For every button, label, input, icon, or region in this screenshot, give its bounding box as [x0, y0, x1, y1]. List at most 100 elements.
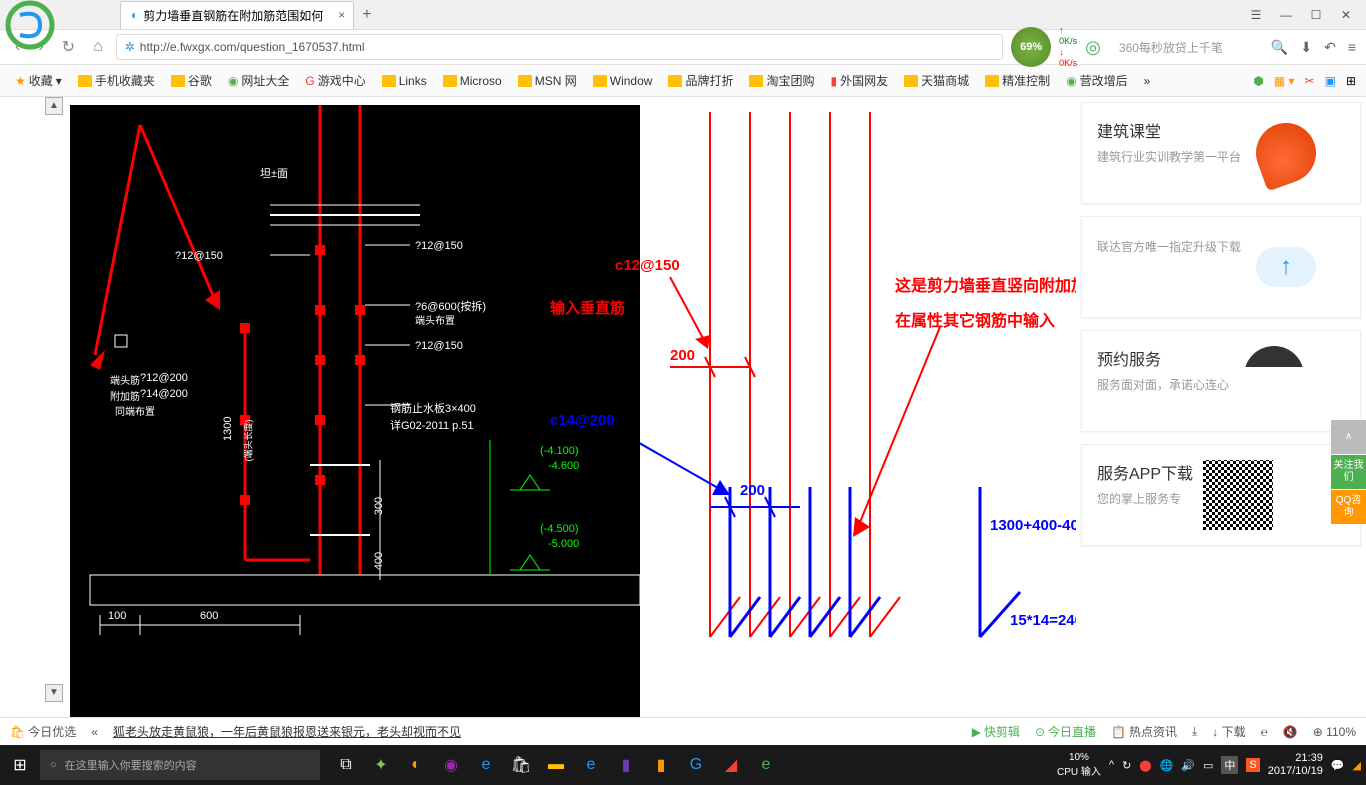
cad-label: 端头筋	[110, 372, 140, 387]
minimize-icon[interactable]: —	[1276, 8, 1296, 22]
bookmark-item[interactable]: MSN 网	[513, 70, 582, 91]
bookmark-item[interactable]: 品牌打折	[663, 70, 738, 91]
ie-icon[interactable]: e	[575, 749, 607, 781]
app-icon[interactable]: G	[680, 749, 712, 781]
bookmark-item[interactable]: 手机收藏夹	[73, 70, 160, 91]
network-icon[interactable]: 🌐	[1160, 759, 1174, 772]
bookmark-more[interactable]: »	[1139, 72, 1156, 90]
bookmark-item[interactable]: 天猫商城	[899, 70, 974, 91]
sidebar: 建筑课堂建筑行业实训教学第一平台 联达官方唯一指定升级下载 预约服务服务面对面，…	[1076, 97, 1366, 717]
download-icon[interactable]: ⬇	[1300, 39, 1312, 56]
cad-dim: 100	[108, 610, 126, 622]
start-button[interactable]: ⊞	[0, 755, 40, 775]
ime-icon[interactable]: 中	[1221, 756, 1238, 774]
scroll-up-button[interactable]: ▲	[45, 97, 63, 115]
tab-close-icon[interactable]: ×	[338, 8, 345, 22]
news-ticker[interactable]: 狐老头放走黄鼠狼，一年后黄鼠狼报恩送来银元，老头却视而不见	[113, 723, 461, 740]
zoom-level[interactable]: ⊕ 110%	[1313, 725, 1356, 739]
bookmark-item[interactable]: ◉网址大全	[223, 70, 295, 91]
bookmark-item[interactable]: ▮外国网友	[825, 70, 893, 91]
sidebar-card[interactable]: 服务APP下载您的掌上服务专	[1081, 444, 1361, 546]
scroll-down-button[interactable]: ▼	[45, 684, 63, 702]
bookmark-item[interactable]: Links	[377, 72, 432, 90]
title-bar: ◐ 剪力墙垂直钢筋在附加筋范围如何 × + ☰ — ☐ ✕	[0, 0, 1366, 30]
app-icon[interactable]: ▮	[610, 749, 642, 781]
browser-tab[interactable]: ◐ 剪力墙垂直钢筋在附加筋范围如何 ×	[120, 1, 354, 29]
ext-icon[interactable]: ▦ ▾	[1274, 74, 1295, 88]
news-ticker-nav[interactable]: «	[91, 725, 98, 739]
ime-icon[interactable]: S	[1246, 758, 1259, 772]
app-icon[interactable]: ✦	[365, 749, 397, 781]
sidebar-card[interactable]: 联达官方唯一指定升级下载	[1081, 216, 1361, 318]
new-tab-button[interactable]: +	[362, 6, 371, 24]
sidebar-card[interactable]: 建筑课堂建筑行业实训教学第一平台	[1081, 102, 1361, 204]
status-icon[interactable]: ⤓	[1192, 724, 1197, 739]
cad-label: 300	[373, 497, 385, 515]
cad-label: 1300	[222, 417, 234, 441]
live-today[interactable]: ⊙ 今日直播	[1035, 723, 1096, 740]
ext-icon[interactable]: ⬢	[1253, 74, 1263, 88]
cad-drawing: 坦±面 ?12@150 ?12@150 ?6@600(按拆) 端头布置 ?12@…	[70, 105, 640, 717]
speed-badge[interactable]: 69%	[1011, 27, 1051, 67]
favorites-button[interactable]: ★收藏 ▾	[10, 70, 67, 91]
sound-icon[interactable]: 🔇	[1283, 725, 1298, 739]
notifications-icon[interactable]: 💬	[1331, 759, 1345, 772]
close-window-icon[interactable]: ✕	[1336, 8, 1356, 22]
bookmark-item[interactable]: Microso	[438, 72, 507, 90]
qr-code-icon	[1203, 460, 1273, 530]
bookmark-item[interactable]: 谷歌	[166, 70, 217, 91]
bookmark-item[interactable]: 精准控制	[980, 70, 1055, 91]
cloud-upload-icon	[1251, 232, 1321, 302]
downloads[interactable]: ↓ 下载	[1212, 723, 1245, 740]
browser-app-icon[interactable]	[5, 0, 55, 50]
tray-icon[interactable]: ▭	[1203, 759, 1213, 772]
browser-status-bar: 🛍今日优选 « 狐老头放走黄鼠狼，一年后黄鼠狼报恩送来银元，老头却视而不见 ▶ …	[0, 717, 1366, 745]
ext-icon[interactable]: ▣	[1325, 74, 1336, 88]
hot-news[interactable]: 📋 热点资讯	[1111, 723, 1177, 740]
follow-button[interactable]: 关注我们	[1331, 455, 1366, 490]
card-desc: 您的掌上服务专	[1097, 490, 1193, 508]
menu-icon[interactable]: ≡	[1348, 39, 1356, 56]
tray-icon[interactable]: ↻	[1122, 759, 1131, 772]
undo-icon[interactable]: ↶	[1324, 39, 1336, 56]
360-icon[interactable]: ◎	[1085, 37, 1101, 58]
tray-chevron-icon[interactable]: ^	[1109, 759, 1114, 771]
ext-icon[interactable]: ⊞	[1346, 74, 1356, 88]
tray-icon[interactable]: ◢	[1353, 759, 1361, 772]
store-icon[interactable]: 🛍	[505, 749, 537, 781]
app-icon[interactable]: ▮	[645, 749, 677, 781]
today-picks[interactable]: 🛍今日优选	[10, 723, 76, 740]
quick-clip[interactable]: ▶ 快剪辑	[972, 723, 1020, 740]
cad-label: 详G02-2011 p.51	[390, 417, 474, 433]
qq-consult-button[interactable]: QQ咨询	[1331, 490, 1366, 525]
sidebar-card[interactable]: 预约服务服务面对面，承诺心连心	[1081, 330, 1361, 432]
search-icon[interactable]: 🔍	[1271, 39, 1288, 56]
bookmark-item[interactable]: ◉营改增后	[1061, 70, 1133, 91]
bookmark-item[interactable]: Window	[588, 72, 658, 90]
task-view-icon[interactable]: ⧉	[330, 749, 362, 781]
edge-icon[interactable]: e	[470, 749, 502, 781]
status-icon[interactable]: ℮	[1261, 725, 1268, 739]
scroll-top-button[interactable]: ∧	[1331, 420, 1366, 455]
bookmark-item[interactable]: 淘宝团购	[744, 70, 819, 91]
browser-icon[interactable]: e	[750, 749, 782, 781]
home-button[interactable]: ⌂	[88, 38, 108, 56]
volume-icon[interactable]: 🔊	[1181, 759, 1195, 772]
reload-button[interactable]: ↻	[57, 37, 80, 57]
search-placeholder: 在这里输入你要搜索的内容	[65, 757, 197, 773]
app-icon[interactable]: ◢	[715, 749, 747, 781]
bookmark-item[interactable]: G游戏中心	[300, 70, 370, 91]
window-menu-icon[interactable]: ☰	[1246, 8, 1266, 22]
cpu-meter[interactable]: 10% CPU 输入	[1057, 752, 1101, 778]
app-icon[interactable]: ◐	[400, 749, 432, 781]
taskbar-search[interactable]: ○ 在这里输入你要搜索的内容	[40, 750, 320, 780]
cad-elevation: -5.000	[548, 538, 579, 550]
ext-icon[interactable]: ✂	[1305, 74, 1315, 88]
app-icon[interactable]: ◉	[435, 749, 467, 781]
tray-icon[interactable]: ⬤	[1139, 759, 1151, 772]
maximize-icon[interactable]: ☐	[1306, 8, 1326, 22]
url-input[interactable]: ✲ http://e.fwxgx.com/question_1670537.ht…	[116, 34, 1003, 60]
search-hint[interactable]: 360每秒放贷上千笔	[1119, 39, 1223, 56]
explorer-icon[interactable]: ▬	[540, 749, 572, 781]
clock[interactable]: 21:392017/10/19	[1268, 752, 1323, 778]
